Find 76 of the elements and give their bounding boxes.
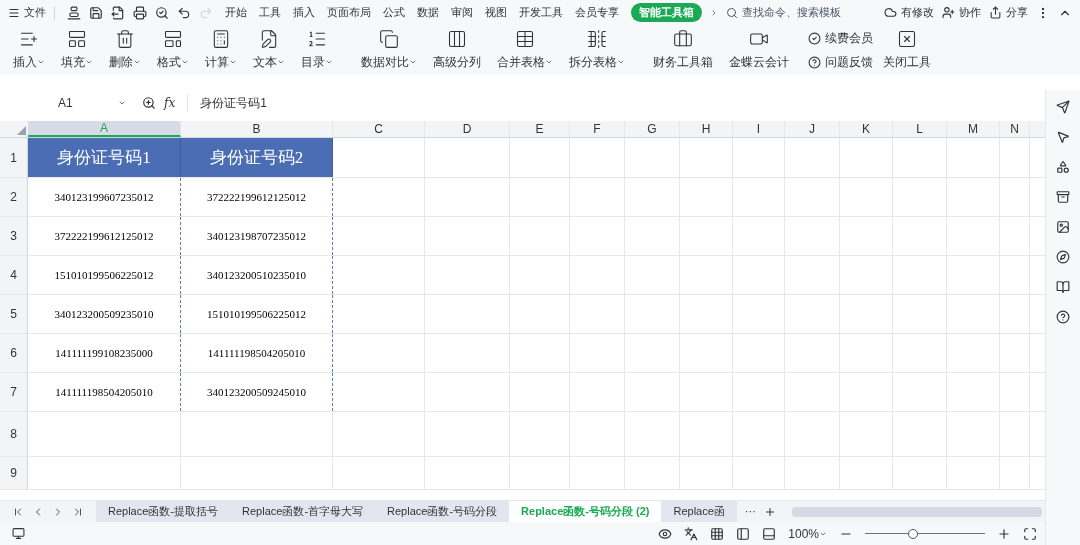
ribbon-button[interactable]: 文本 — [248, 29, 290, 71]
ribbon-button[interactable]: 目录 — [296, 29, 338, 71]
ribbon-button[interactable]: 数据对比 — [356, 29, 422, 71]
ribbon-button[interactable]: 计算 — [200, 29, 242, 71]
menu-tab[interactable]: 会员专享 — [575, 4, 619, 21]
formula-field[interactable]: 身份证号码1 — [188, 94, 1045, 112]
header-cell: 身份证号码1 — [28, 138, 181, 177]
row-header[interactable]: 8 — [0, 412, 28, 456]
ribbon-button[interactable]: 拆分表格 — [564, 29, 630, 71]
menu-tab[interactable]: 页面布局 — [327, 4, 371, 21]
column-header[interactable]: E — [510, 121, 570, 137]
search-field[interactable]: 查找命令、搜索模板 — [726, 4, 876, 21]
ribbon-button[interactable]: 删除 — [104, 29, 146, 71]
menu-tab[interactable]: 工具 — [259, 4, 281, 21]
column-header[interactable]: B — [181, 121, 333, 137]
row-header[interactable]: 6 — [0, 334, 28, 372]
menu-tab[interactable]: 视图 — [485, 4, 507, 21]
more-sheets-button[interactable]: ··· — [736, 503, 764, 520]
column-header[interactable]: G — [625, 121, 680, 137]
ribbon-button[interactable]: 合并表格 — [492, 29, 558, 71]
menu-tab[interactable]: 数据 — [417, 4, 439, 21]
ribbon-button[interactable]: 财务工具箱 — [648, 29, 718, 71]
row-header[interactable]: 7 — [0, 373, 28, 411]
toolbar-action-button[interactable]: 有修改 — [884, 4, 934, 21]
menu-tab[interactable]: 审阅 — [451, 4, 473, 21]
file-menu-button[interactable]: 文件 — [8, 4, 46, 21]
sheet-tab[interactable]: Replace函数-提取括号 — [96, 501, 231, 522]
sheet-tab[interactable]: Replace函数-号码分段 — [375, 501, 510, 522]
row-header[interactable]: 9 — [0, 457, 28, 489]
toolbar-action-button[interactable]: 协作 — [942, 4, 981, 21]
column-header[interactable]: H — [680, 121, 733, 137]
column-header[interactable]: I — [733, 121, 785, 137]
row-header[interactable]: 5 — [0, 295, 28, 333]
table-cell: 340123200509235010 — [28, 295, 181, 333]
cell-reference-field[interactable]: A1 — [0, 90, 130, 116]
menu-tab[interactable]: 公式 — [383, 4, 405, 21]
column-header[interactable]: J — [785, 121, 840, 137]
sheet-tab[interactable]: Replace函数-首字母大写 — [230, 501, 376, 522]
row-header[interactable]: 3 — [0, 217, 28, 255]
ribbon-button[interactable]: 高级分列 — [428, 29, 486, 71]
sheet-tab[interactable]: Replace函 — [661, 501, 737, 522]
row-header[interactable]: 1 — [0, 138, 28, 177]
table-cell: 340123200509245010 — [181, 373, 333, 411]
column-header[interactable]: D — [425, 121, 510, 137]
menu-tab[interactable]: 开始 — [225, 4, 247, 21]
small-ribbon-button[interactable]: 续费会员 — [808, 29, 873, 47]
function-label[interactable]: fx — [164, 94, 176, 112]
column-header[interactable]: C — [333, 121, 425, 137]
table-cell: 372222199612125012 — [28, 217, 181, 255]
table-cell: 340123198707235012 — [181, 217, 333, 255]
table-cell: 340123199607235012 — [28, 178, 181, 216]
header-cell: 身份证号码2 — [181, 138, 333, 177]
menu-tab[interactable]: 开发工具 — [519, 4, 563, 21]
table-cell: 151010199506225012 — [28, 256, 181, 294]
column-header[interactable]: N — [1000, 121, 1030, 137]
column-header[interactable]: F — [570, 121, 625, 137]
table-cell: 141111198504205010 — [181, 334, 333, 372]
toolbar-action-button[interactable]: 分享 — [989, 4, 1028, 21]
table-cell: 141111199108235000 — [28, 334, 181, 372]
ribbon-button[interactable]: 金蝶云会计 — [724, 29, 794, 71]
column-header[interactable]: L — [893, 121, 947, 137]
row-header[interactable]: 2 — [0, 178, 28, 216]
column-header[interactable]: K — [840, 121, 893, 137]
small-ribbon-button[interactable]: 问题反馈 — [808, 53, 873, 71]
ribbon-button[interactable]: 插入 — [8, 29, 50, 71]
ribbon-button[interactable]: 填充 — [56, 29, 98, 71]
table-cell: 141111198504205010 — [28, 373, 181, 411]
row-header[interactable]: 4 — [0, 256, 28, 294]
zoom-level-button[interactable]: 100% — [788, 524, 827, 543]
close-tools-button[interactable]: 关闭工具 — [883, 29, 931, 71]
table-cell: 151010199506225012 — [181, 295, 333, 333]
table-cell: 372222199612125012 — [181, 178, 333, 216]
menu-tab[interactable]: 插入 — [293, 4, 315, 21]
column-header[interactable]: M — [947, 121, 1000, 137]
table-cell: 340123200510235010 — [181, 256, 333, 294]
ribbon-button[interactable]: 格式 — [152, 29, 194, 71]
